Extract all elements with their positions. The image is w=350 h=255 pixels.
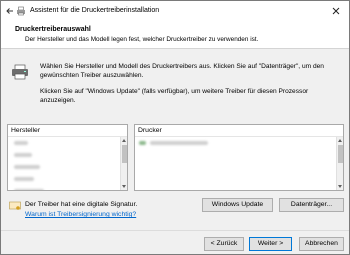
printer-icon [17, 6, 25, 16]
scroll-thumb[interactable] [122, 145, 127, 163]
scroll-up-icon[interactable] [122, 139, 126, 142]
signature-info-link[interactable]: Warum ist Treibersignierung wichtig? [25, 211, 136, 218]
scroll-down-icon[interactable] [338, 185, 342, 188]
manufacturer-list[interactable]: Hersteller [7, 124, 128, 191]
printer-list-header: Drucker [135, 125, 343, 137]
list-item[interactable] [14, 176, 127, 185]
intro-text: Wählen Sie Hersteller und Modell des Dru… [40, 63, 324, 79]
list-item[interactable] [14, 188, 127, 190]
manufacturer-list-header: Hersteller [8, 125, 127, 137]
page-title: Druckertreiberauswahl [15, 26, 91, 33]
windows-update-button[interactable]: Windows Update [202, 198, 273, 212]
close-icon[interactable] [329, 4, 343, 18]
scroll-up-icon[interactable] [338, 139, 342, 142]
divider [1, 230, 349, 231]
have-disk-button[interactable]: Datenträger... [279, 198, 344, 212]
signature-text: Der Treiber hat eine digitale Signatur. [25, 201, 138, 208]
title-bar: Assistent für die Druckertreiberinstalla… [1, 1, 349, 21]
list-item[interactable] [14, 164, 127, 173]
manufacturer-scrollbar[interactable] [120, 137, 127, 190]
cancel-button[interactable]: Abbrechen [299, 237, 344, 251]
list-item[interactable] [14, 140, 127, 149]
page-subtitle: Der Hersteller und das Modell legen fest… [25, 36, 259, 43]
driver-install-window: Assistent für die Druckertreiberinstalla… [0, 0, 350, 255]
scroll-thumb[interactable] [338, 145, 343, 163]
list-item[interactable] [139, 140, 343, 149]
intro-text-2: Klicken Sie auf "Windows Update" (falls … [40, 88, 309, 104]
back-button[interactable]: < Zurück [204, 237, 244, 251]
printer-list[interactable]: Drucker [134, 124, 344, 191]
certificate-icon [9, 201, 21, 210]
back-arrow-icon[interactable] [5, 6, 15, 16]
window-title: Assistent für die Druckertreiberinstalla… [30, 7, 160, 14]
next-button[interactable]: Weiter > [249, 237, 292, 251]
printer-scrollbar[interactable] [336, 137, 343, 190]
wizard-header: Druckertreiberauswahl Der Hersteller und… [1, 21, 349, 49]
scroll-down-icon[interactable] [122, 185, 126, 188]
list-item[interactable] [14, 152, 127, 161]
printer-large-icon [12, 64, 28, 80]
